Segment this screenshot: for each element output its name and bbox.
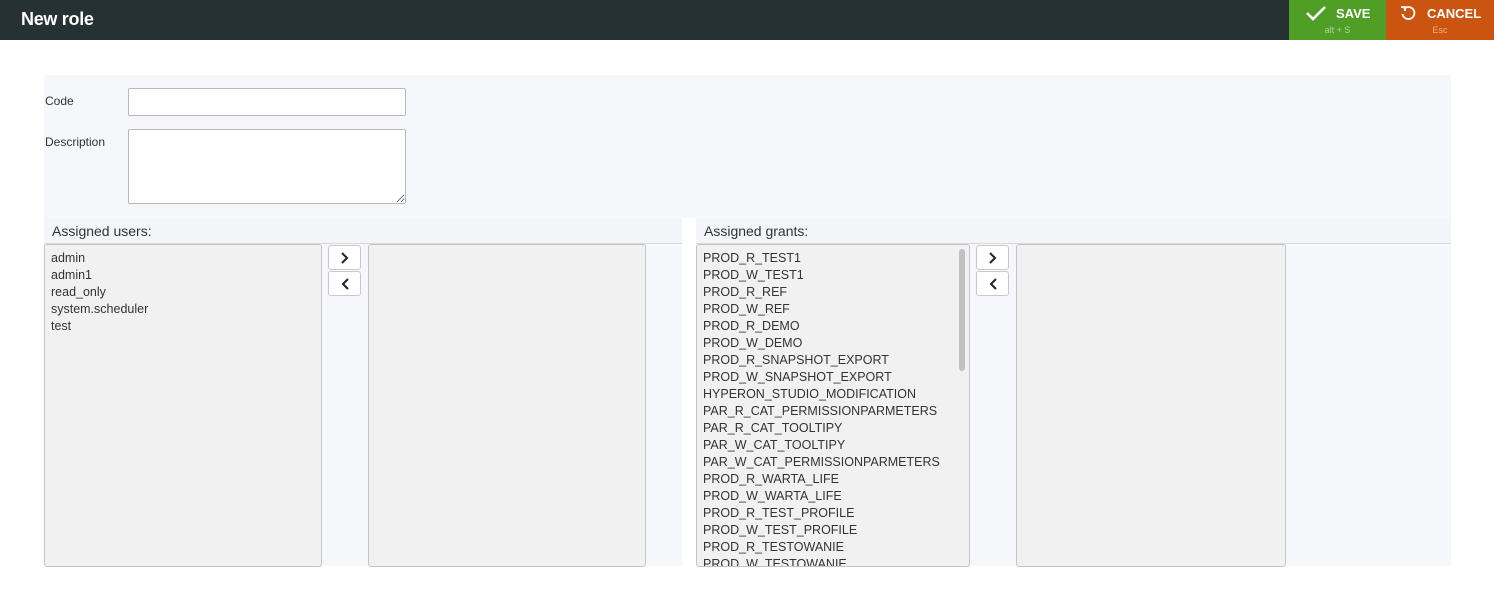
grant-list-item[interactable]: PROD_R_TESTOWANIE <box>697 539 969 556</box>
save-button[interactable]: SAVE alt + S <box>1289 0 1386 40</box>
available-users-list[interactable]: admin admin1 read_only system.scheduler test <box>44 244 322 567</box>
grant-list-item[interactable]: PROD_R_REF <box>697 284 969 301</box>
remove-user-button[interactable] <box>328 271 361 296</box>
assigned-grants-title: Assigned grants: <box>704 223 809 239</box>
section-gap <box>682 218 696 566</box>
grant-list-item[interactable]: PROD_R_TEST_PROFILE <box>697 505 969 522</box>
assigned-grants-header: Assigned grants: <box>696 218 1451 244</box>
chevron-left-icon <box>989 278 997 290</box>
grants-scrollbar[interactable] <box>958 249 966 561</box>
grant-list-item[interactable]: PROD_R_TEST1 <box>697 250 969 267</box>
description-label: Description <box>45 135 106 149</box>
grant-list-item[interactable]: PAR_W_CAT_TOOLTIPY <box>697 437 969 454</box>
grant-list-item[interactable]: PROD_R_WARTA_LIFE <box>697 471 969 488</box>
assigned-grants-list[interactable] <box>1016 244 1286 567</box>
save-shortcut: alt + S <box>1324 25 1351 35</box>
save-label: SAVE <box>1336 6 1371 21</box>
grant-list-item[interactable]: PROD_W_TEST_PROFILE <box>697 522 969 539</box>
user-list-item[interactable]: test <box>45 318 321 335</box>
available-grants-list[interactable]: PROD_R_TEST1 PROD_W_TEST1 PROD_R_REF PROD_W… <box>696 244 970 567</box>
grant-list-item[interactable]: PROD_R_SNAPSHOT_EXPORT <box>697 352 969 369</box>
grant-list-item[interactable]: PROD_W_REF <box>697 301 969 318</box>
assigned-users-title: Assigned users: <box>52 223 152 239</box>
grant-list-item[interactable]: PAR_W_CAT_PERMISSIONPARMETERS <box>697 454 969 471</box>
grant-list-item[interactable]: HYPERON_STUDIO_MODIFICATION <box>697 386 969 403</box>
check-icon <box>1305 4 1327 27</box>
grant-list-item[interactable]: PAR_R_CAT_PERMISSIONPARMETERS <box>697 403 969 420</box>
grant-list-item[interactable]: PROD_W_TESTOWANIE <box>697 556 969 566</box>
user-list-item[interactable]: system.scheduler <box>45 301 321 318</box>
chevron-left-icon <box>341 278 349 290</box>
grant-list-item[interactable]: PROD_W_WARTA_LIFE <box>697 488 969 505</box>
undo-icon <box>1400 5 1416 26</box>
chevron-right-icon <box>989 252 997 264</box>
grant-list-item[interactable]: PROD_W_TEST1 <box>697 267 969 284</box>
assigned-users-list[interactable] <box>368 244 646 567</box>
grant-list-item[interactable]: PROD_W_DEMO <box>697 335 969 352</box>
remove-grant-button[interactable] <box>976 271 1009 296</box>
user-list-item[interactable]: read_only <box>45 284 321 301</box>
grants-scroll-thumb[interactable] <box>959 249 965 371</box>
code-label: Code <box>45 94 74 108</box>
top-bar: New role SAVE alt + S CANCEL Esc <box>0 0 1494 40</box>
description-input[interactable] <box>128 129 406 204</box>
user-list-item[interactable]: admin <box>45 250 321 267</box>
user-list-item[interactable]: admin1 <box>45 267 321 284</box>
grant-list-item[interactable]: PROD_R_DEMO <box>697 318 969 335</box>
cancel-label: CANCEL <box>1427 6 1482 21</box>
add-user-button[interactable] <box>328 245 361 270</box>
page-title: New role <box>21 9 94 29</box>
cancel-button[interactable]: CANCEL Esc <box>1386 0 1494 40</box>
cancel-shortcut: Esc <box>1432 25 1448 35</box>
grant-list-item[interactable]: PROD_W_SNAPSHOT_EXPORT <box>697 369 969 386</box>
chevron-right-icon <box>341 252 349 264</box>
code-input[interactable] <box>128 88 406 116</box>
add-grant-button[interactable] <box>976 245 1009 270</box>
assigned-users-header: Assigned users: <box>44 218 682 244</box>
grant-list-item[interactable]: PAR_R_CAT_TOOLTIPY <box>697 420 969 437</box>
